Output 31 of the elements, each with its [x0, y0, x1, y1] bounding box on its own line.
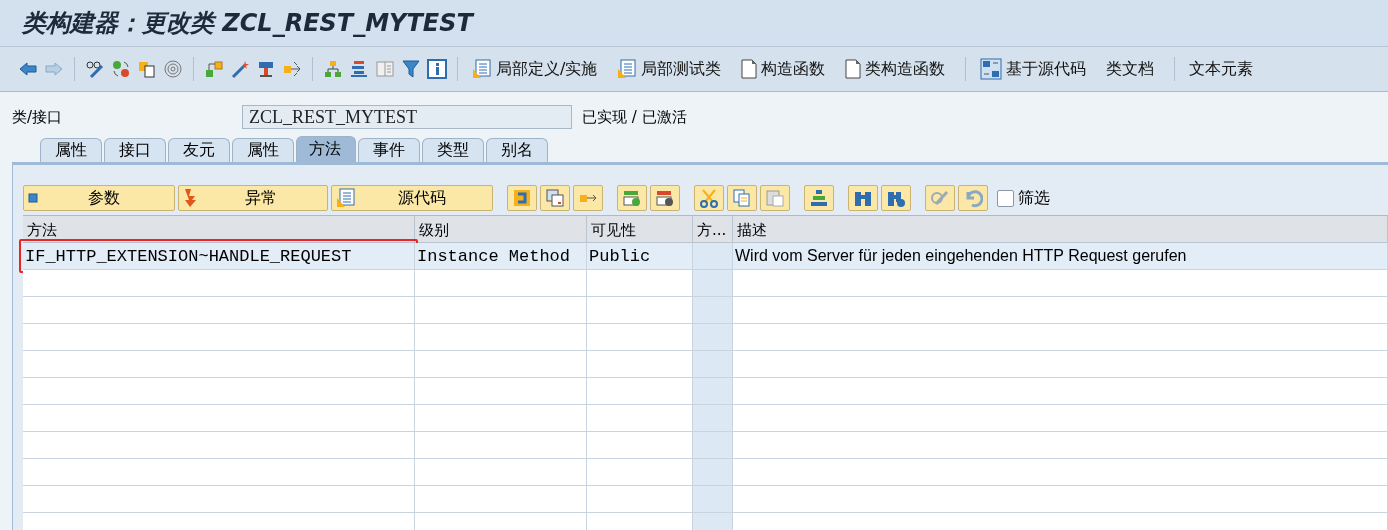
tab[interactable]: 友元: [168, 138, 230, 162]
column-header[interactable]: 可见性: [587, 216, 693, 243]
tab[interactable]: 方法: [296, 136, 356, 162]
toolbar-button[interactable]: 局部测试类: [613, 58, 732, 80]
tab[interactable]: 属性: [232, 138, 294, 162]
checkbox-label: 筛选: [1018, 187, 1050, 209]
toolbar-button[interactable]: 局部定义/实施: [468, 58, 608, 80]
tab[interactable]: 事件: [358, 138, 420, 162]
tab[interactable]: 接口: [104, 138, 166, 162]
toolbar-button[interactable]: 基于源代码: [976, 58, 1097, 80]
class-status: 已实现 / 已激活: [582, 107, 687, 127]
tab[interactable]: 属性: [40, 138, 102, 162]
tab[interactable]: 别名: [486, 138, 548, 162]
toolbar-button[interactable]: 参数: [23, 185, 175, 211]
toolbar-button[interactable]: 文本元素: [1185, 58, 1264, 80]
column-header[interactable]: 方法: [23, 216, 415, 243]
class-name-field[interactable]: ZCL_REST_MYTEST: [242, 105, 572, 129]
table-cell: Public: [587, 243, 693, 270]
window-title: 类构建器：更改类 ZCL_REST_MYTEST: [22, 8, 473, 39]
field-label: 类/接口: [12, 107, 64, 127]
toolbar-button[interactable]: 类构造函数: [841, 58, 956, 80]
column-header[interactable]: 描述: [733, 216, 1388, 243]
tab[interactable]: 类型: [422, 138, 484, 162]
toolbar-button[interactable]: 构造函数: [737, 58, 836, 80]
toolbar-button[interactable]: 异常: [178, 185, 328, 211]
column-header[interactable]: 方...: [693, 216, 733, 243]
table-cell: Wird vom Server für jeden eingehenden HTTP Request gerufen: [733, 243, 1388, 270]
toolbar-button[interactable]: 源代码: [331, 185, 493, 211]
toolbar-button[interactable]: 类文档: [1102, 58, 1165, 80]
column-header[interactable]: 级别: [415, 216, 587, 243]
table-cell: Instance Method: [415, 243, 587, 270]
